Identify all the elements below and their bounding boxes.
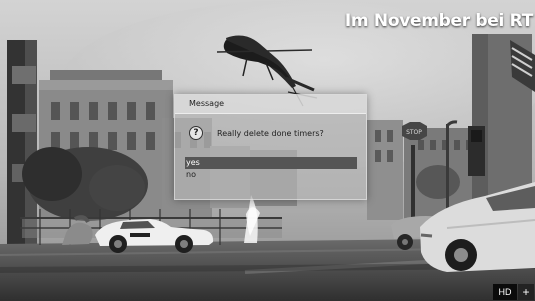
question-icon: ?: [189, 126, 203, 140]
choice-no[interactable]: no: [185, 169, 357, 181]
svg-text:STOP: STOP: [406, 129, 422, 136]
promo-title: Im November bei RT: [344, 11, 533, 31]
dialog-question-row: ? Really delete done timers?: [189, 125, 324, 141]
hd-badge: HD: [493, 284, 517, 300]
message-dialog: Message ? Really delete done timers? yes…: [174, 94, 367, 200]
tv-screen: STOP Im November bei RT Message ? Really…: [0, 0, 535, 301]
dialog-question-text: Really delete done timers?: [217, 128, 324, 138]
plus-icon[interactable]: +: [518, 284, 534, 300]
dialog-title: Message: [175, 95, 366, 114]
choice-list: yes no: [185, 157, 357, 181]
choice-yes[interactable]: yes: [185, 157, 357, 169]
